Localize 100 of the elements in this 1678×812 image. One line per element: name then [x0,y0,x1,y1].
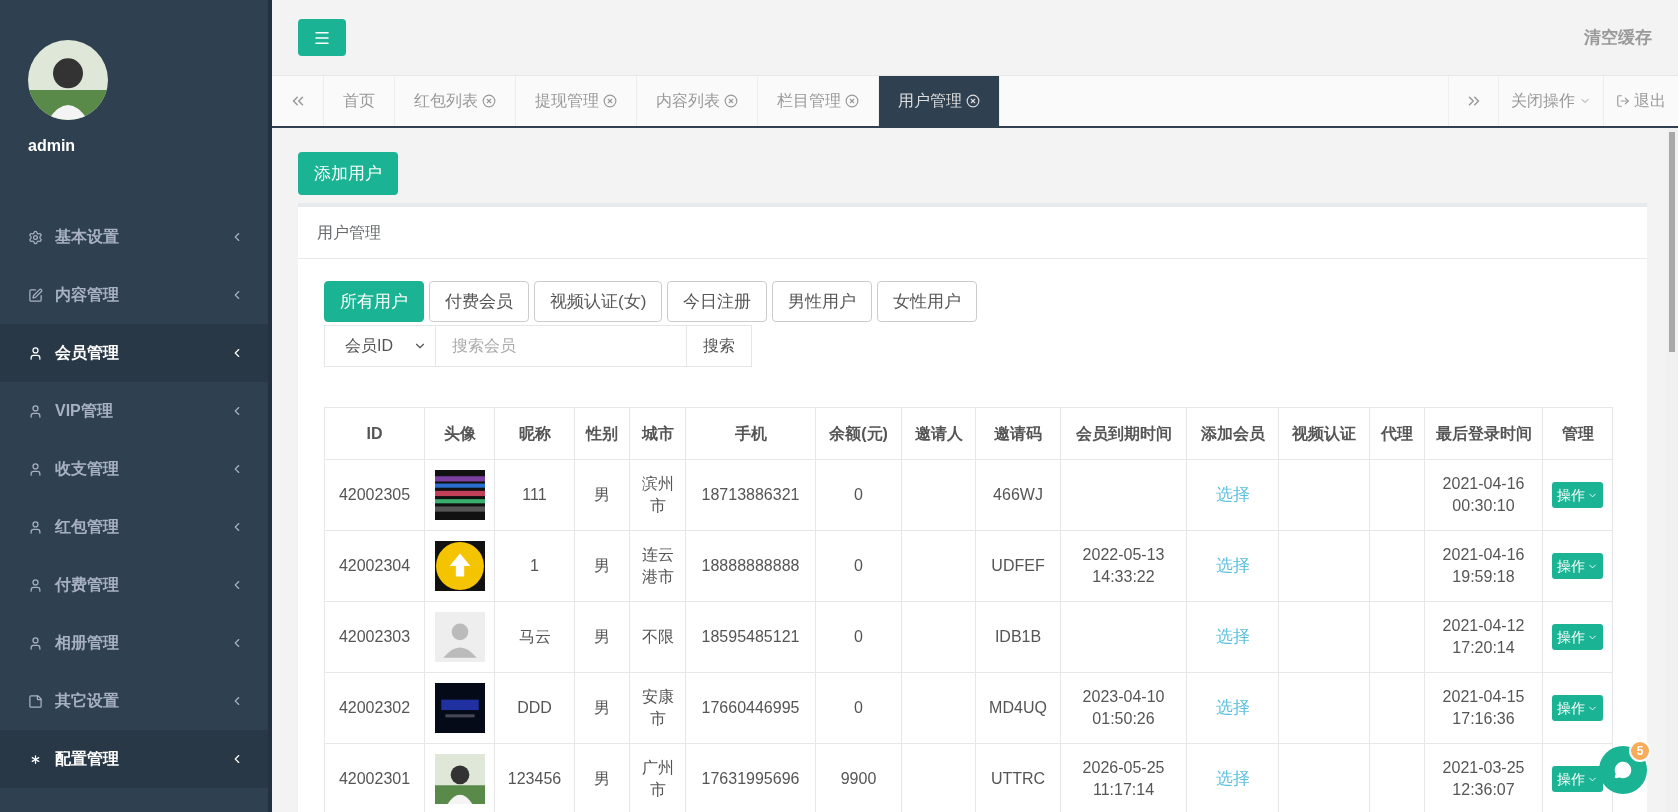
action-dropdown-button[interactable]: 操作 [1552,624,1603,650]
last-login-time: 2021-04-16 00:30:10 [1441,474,1526,516]
column-header: 添加会员 [1186,407,1279,460]
table-cell: 滨州市 [629,459,686,531]
sidebar-item[interactable]: 基本设置 [0,208,268,266]
action-dropdown-button[interactable]: 操作 [1552,482,1603,508]
table-cell: 男 [574,601,630,673]
table-cell: 安康市 [629,672,686,744]
column-header: 昵称 [494,407,575,460]
table-cell: UTTRC [975,743,1061,812]
column-header: 代理 [1369,407,1425,460]
table-cell: 123456 [494,743,575,812]
column-header: 邀请码 [975,407,1061,460]
sidebar-item[interactable]: 付费管理 [0,556,268,614]
table-cell: IDB1B [975,601,1061,673]
page-tab[interactable]: 提现管理 [516,76,637,126]
sidebar-item[interactable]: 收支管理 [0,440,268,498]
table-cell: 42002305 [324,459,425,531]
expiry-time: 2023-04-10 01:50:26 [1081,687,1166,729]
sidebar-item[interactable]: 会员管理 [0,324,268,382]
table-cell: 17631995696 [685,743,816,812]
table-cell: 马云 [494,601,575,673]
clear-cache-link[interactable]: 清空缓存 [1584,24,1652,51]
last-login-time: 2021-04-12 17:20:14 [1441,616,1526,658]
user-icon [28,403,43,419]
last-login-time: 2021-04-15 17:16:36 [1441,687,1526,729]
select-link[interactable]: 选择 [1215,769,1250,789]
table-cell: 0 [815,601,902,673]
table-cell: 0 [815,530,902,602]
column-header: 邀请人 [901,407,976,460]
column-header: 手机 [685,407,816,460]
table-cell: 42002301 [324,743,425,812]
sidebar-item[interactable]: VIP管理 [0,382,268,440]
action-dropdown-button[interactable]: 操作 [1552,695,1603,721]
column-header: 头像 [424,407,495,460]
expiry-time: 2026-05-25 11:17:14 [1081,758,1166,800]
close-ops-dropdown[interactable]: 关闭操作 [1498,76,1603,126]
sidebar-item[interactable]: 配置管理 [0,730,268,788]
table-cell: 466WJ [975,459,1061,531]
table-cell: 男 [574,459,630,531]
filter-button[interactable]: 女性用户 [877,281,978,322]
note-icon [28,693,43,709]
logout-icon [1616,94,1630,108]
action-dropdown-button[interactable]: 操作 [1552,766,1603,792]
last-login-time: 2021-04-16 19:59:18 [1441,545,1526,587]
sidebar-item[interactable]: 其它设置 [0,672,268,730]
menu-button[interactable] [298,19,346,56]
filter-button[interactable]: 男性用户 [772,281,873,322]
table-cell: 男 [574,743,630,812]
notification-badge: 5 [1629,740,1651,762]
column-header: 城市 [629,407,686,460]
filter-button[interactable]: 付费会员 [429,281,529,322]
select-link[interactable]: 选择 [1215,556,1250,576]
page-tab[interactable]: 用户管理 [879,76,1000,126]
action-dropdown-button[interactable]: 操作 [1552,553,1603,579]
expiry-time: 2022-05-13 14:33:22 [1081,545,1166,587]
table-cell: MD4UQ [975,672,1061,744]
select-link[interactable]: 选择 [1215,698,1250,718]
search-field[interactable]: 搜索会员 [436,325,686,367]
sidebar-item[interactable]: 红包管理 [0,498,268,556]
sidebar-item[interactable]: 内容管理 [0,266,268,324]
table-cell: 111 [494,459,575,531]
last-login-time: 2021-03-25 12:36:07 [1441,758,1526,800]
add-user-button[interactable]: 添加用户 [298,152,398,195]
sidebar-item[interactable]: 相册管理 [0,614,268,672]
table-cell: 18595485121 [685,601,816,673]
table-cell: 0 [815,672,902,744]
user-icon [28,461,43,477]
gear-icon [28,229,43,245]
user-name: admin [28,136,76,156]
chat-icon [1614,761,1632,779]
search-button[interactable]: 搜索 [686,325,752,367]
table-cell: 9900 [815,743,902,812]
page-tab[interactable]: 红包列表 [395,76,516,126]
search-type-select[interactable]: 会员ID [324,325,436,367]
table-cell: UDFEF [975,530,1061,602]
filter-button[interactable]: 所有用户 [324,281,424,322]
table-cell: 18888888888 [685,530,816,602]
select-link[interactable]: 选择 [1215,627,1250,647]
column-header: 会员到期时间 [1060,407,1187,460]
select-link[interactable]: 选择 [1215,485,1250,505]
table-cell: 18713886321 [685,459,816,531]
table-cell: 男 [574,672,630,744]
table-cell: 17660446995 [685,672,816,744]
column-header: 最后登录时间 [1424,407,1543,460]
page-tab[interactable]: 内容列表 [637,76,758,126]
panel-title: 用户管理 [298,207,1647,259]
column-header: 管理 [1542,407,1613,460]
column-header: ID [324,407,425,460]
column-header: 性别 [574,407,630,460]
filter-button[interactable]: 今日注册 [667,281,768,322]
user-icon [28,635,43,651]
page-tab[interactable]: 首页 [324,76,395,126]
table-cell: 1 [494,530,575,602]
user-icon [28,345,43,361]
table-cell: 广州市 [629,743,686,812]
filter-button[interactable]: 视频认证(女) [534,281,663,322]
table-cell: 42002303 [324,601,425,673]
table-cell: 42002302 [324,672,425,744]
logout-button[interactable]: 退出 [1603,76,1678,126]
